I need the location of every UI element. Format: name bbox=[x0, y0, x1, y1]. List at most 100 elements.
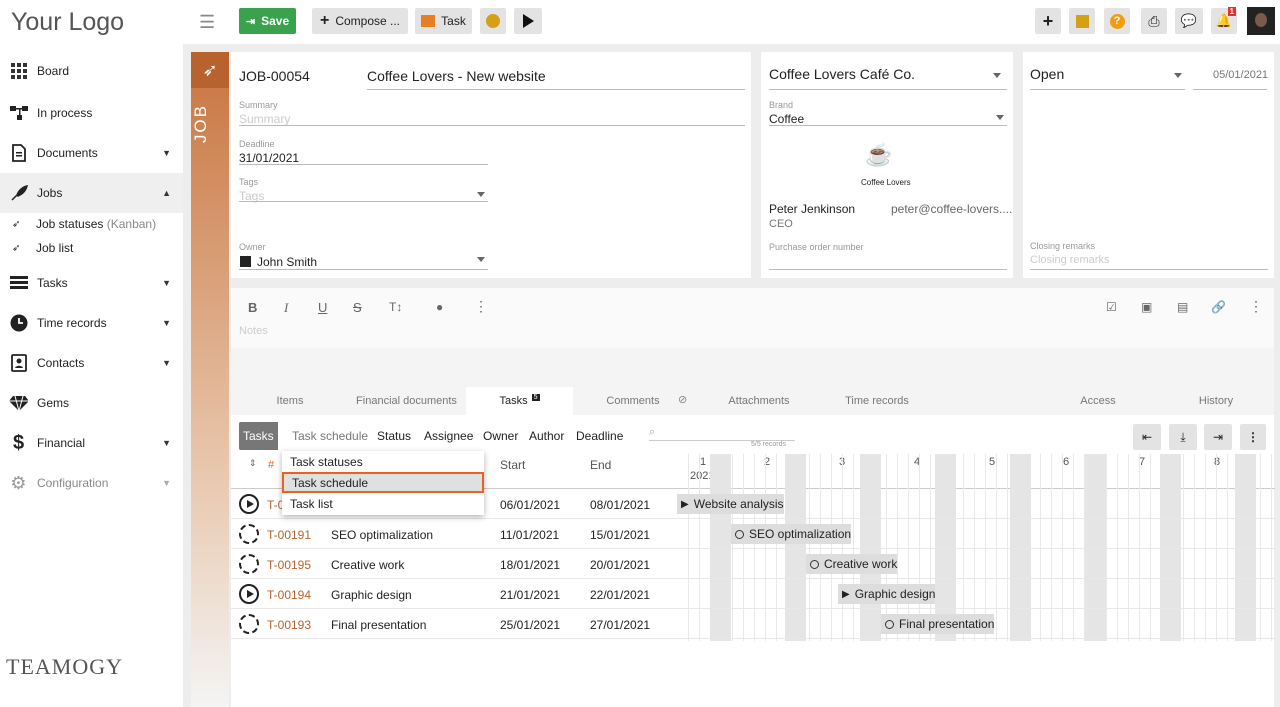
tab-time-records[interactable]: Time records bbox=[831, 387, 923, 415]
sidebar-subitem-job-list[interactable]: ➶ Job list bbox=[0, 236, 183, 260]
sidebar-item-gems[interactable]: Gems bbox=[0, 383, 183, 423]
task-name[interactable]: Graphic design bbox=[331, 588, 412, 602]
chevron-down-icon[interactable] bbox=[996, 115, 1004, 120]
dropdown-item-task-schedule[interactable]: Task schedule bbox=[282, 472, 484, 493]
task-id[interactable]: T-00193 bbox=[267, 618, 311, 632]
expand-right-button[interactable]: ⇥ bbox=[1204, 424, 1232, 450]
app-logo[interactable]: Your Logo bbox=[11, 8, 124, 37]
tab-items[interactable]: Items bbox=[246, 387, 334, 415]
crumb-tasks[interactable]: Tasks bbox=[239, 422, 278, 450]
table-row[interactable]: T-00193 Final presentation 25/01/2021 27… bbox=[231, 609, 1275, 639]
underline-icon[interactable]: U bbox=[318, 300, 327, 315]
sidebar-item-tasks[interactable]: Tasks ▼ bbox=[0, 263, 183, 303]
deadline-field[interactable]: 31/01/2021 bbox=[239, 151, 299, 165]
sidebar-subitem-job-statuses[interactable]: ➶ Job statuses (Kanban) bbox=[0, 212, 183, 236]
chevron-down-icon[interactable] bbox=[477, 257, 485, 262]
search-icon[interactable]: ⌕ bbox=[649, 426, 655, 439]
sidebar-item-jobs[interactable]: Jobs ▲ bbox=[0, 173, 183, 213]
crumb-owner[interactable]: Owner bbox=[479, 422, 522, 450]
task-name[interactable]: SEO optimalization bbox=[331, 528, 433, 542]
add-button[interactable]: + bbox=[1035, 8, 1061, 34]
tab-comments[interactable]: Comments bbox=[588, 387, 678, 415]
task-id[interactable]: T-00194 bbox=[267, 588, 311, 602]
collapse-left-button[interactable]: ⇤ bbox=[1133, 424, 1161, 450]
chat-button[interactable]: 💬 bbox=[1175, 8, 1203, 34]
crumb-task-schedule[interactable]: Task schedule bbox=[288, 422, 372, 450]
task-id[interactable]: T-00191 bbox=[267, 528, 311, 542]
crumb-assignee[interactable]: Assignee bbox=[420, 422, 477, 450]
gantt-bar[interactable]: ▶ Graphic design bbox=[838, 584, 936, 604]
notes-placeholder[interactable]: Notes bbox=[239, 325, 268, 337]
play-task-icon[interactable] bbox=[239, 494, 259, 514]
task-open-circle-icon[interactable] bbox=[239, 554, 259, 574]
gantt-bar[interactable]: SEO optimalization bbox=[731, 524, 852, 544]
play-button[interactable] bbox=[514, 8, 542, 34]
help-button[interactable]: ? bbox=[1104, 8, 1130, 34]
column-hash[interactable]: # bbox=[268, 459, 274, 471]
closing-remarks-field[interactable]: Closing remarks bbox=[1030, 254, 1109, 266]
link-icon[interactable]: 🔗 bbox=[1211, 300, 1226, 314]
note-button[interactable] bbox=[1069, 8, 1095, 34]
sidebar-item-configuration[interactable]: ⚙ Configuration ▼ bbox=[0, 463, 183, 503]
tab-history[interactable]: History bbox=[1183, 387, 1249, 415]
more-vertical-icon[interactable]: ⋮ bbox=[474, 298, 488, 315]
status-date[interactable]: 05/01/2021 bbox=[1213, 69, 1268, 81]
table-row[interactable]: T-00195 Creative work 18/01/2021 20/01/2… bbox=[231, 549, 1275, 579]
checkbox-icon[interactable]: ☑ bbox=[1106, 300, 1117, 314]
more-options-button[interactable]: ⋮ bbox=[1240, 424, 1266, 450]
task-open-circle-icon[interactable] bbox=[239, 524, 259, 544]
dropdown-item-task-list[interactable]: Task list bbox=[282, 493, 484, 514]
image-icon[interactable]: ▣ bbox=[1141, 300, 1152, 314]
task-id[interactable]: T-00195 bbox=[267, 558, 311, 572]
chevron-down-icon[interactable] bbox=[993, 73, 1001, 78]
contact-email[interactable]: peter@coffee-lovers.... bbox=[891, 202, 1012, 216]
sort-icon[interactable]: ⇕ bbox=[249, 458, 257, 469]
strikethrough-icon[interactable]: S bbox=[353, 300, 362, 315]
owner-field[interactable]: John Smith bbox=[257, 255, 317, 269]
file-icon[interactable]: ▤ bbox=[1177, 300, 1188, 314]
gantt-bar[interactable]: Final presentation bbox=[881, 614, 995, 634]
compose-button[interactable]: + Compose ... bbox=[312, 8, 408, 34]
gantt-bar[interactable]: ▶ Website analysis bbox=[677, 494, 784, 514]
task-name[interactable]: Creative work bbox=[331, 558, 404, 572]
brand-field[interactable]: Coffee bbox=[769, 112, 804, 126]
notifications-button[interactable]: 🔔 1 bbox=[1211, 7, 1237, 34]
sidebar-item-in-process[interactable]: In process bbox=[0, 93, 183, 133]
more-vertical-icon[interactable]: ⋮ bbox=[1249, 298, 1263, 315]
italic-icon[interactable]: I bbox=[284, 300, 288, 316]
sidebar-item-contacts[interactable]: Contacts ▼ bbox=[0, 343, 183, 383]
sidebar-item-board[interactable]: Board bbox=[0, 51, 183, 91]
summary-field[interactable]: Summary bbox=[239, 112, 290, 126]
save-button[interactable]: ⇥ Save bbox=[239, 8, 296, 34]
print-button[interactable]: ⎙ bbox=[1141, 8, 1167, 34]
chevron-down-icon[interactable] bbox=[1174, 73, 1182, 78]
tab-attachments[interactable]: Attachments bbox=[715, 387, 803, 415]
company-field[interactable]: Coffee Lovers Café Co. bbox=[769, 66, 915, 82]
color-drop-icon[interactable]: ● bbox=[436, 300, 443, 314]
status-field[interactable]: Open bbox=[1030, 66, 1064, 82]
bold-icon[interactable]: B bbox=[248, 300, 257, 315]
crumb-author[interactable]: Author bbox=[525, 422, 568, 450]
chevron-down-icon[interactable] bbox=[477, 192, 485, 197]
task-open-circle-icon[interactable] bbox=[239, 614, 259, 634]
tab-tasks[interactable]: Tasks 5 bbox=[466, 387, 573, 415]
sidebar-item-time-records[interactable]: Time records ▼ bbox=[0, 303, 183, 343]
sidebar-item-financial[interactable]: $ Financial ▼ bbox=[0, 423, 183, 463]
sidebar-item-documents[interactable]: Documents ▼ bbox=[0, 133, 183, 173]
column-start[interactable]: Start bbox=[500, 458, 525, 472]
play-task-icon[interactable] bbox=[239, 584, 259, 604]
task-name[interactable]: Final presentation bbox=[331, 618, 426, 632]
contact-name[interactable]: Peter Jenkinson bbox=[769, 202, 855, 216]
timer-button[interactable] bbox=[480, 8, 506, 34]
dropdown-item-task-statuses[interactable]: Task statuses bbox=[282, 451, 484, 472]
table-row[interactable]: T-00191 SEO optimalization 11/01/2021 15… bbox=[231, 519, 1275, 549]
column-end[interactable]: End bbox=[590, 458, 611, 472]
crumb-deadline[interactable]: Deadline bbox=[572, 422, 627, 450]
gantt-bar[interactable]: Creative work bbox=[806, 554, 898, 574]
tab-financial-documents[interactable]: Financial documents bbox=[350, 387, 463, 415]
avatar[interactable] bbox=[1247, 7, 1275, 35]
eye-slash-icon[interactable]: ⊘ bbox=[678, 393, 687, 406]
download-button[interactable]: ⤓ bbox=[1169, 424, 1197, 450]
tab-access[interactable]: Access bbox=[1063, 387, 1133, 415]
hamburger-menu-icon[interactable]: ☰ bbox=[199, 12, 215, 33]
